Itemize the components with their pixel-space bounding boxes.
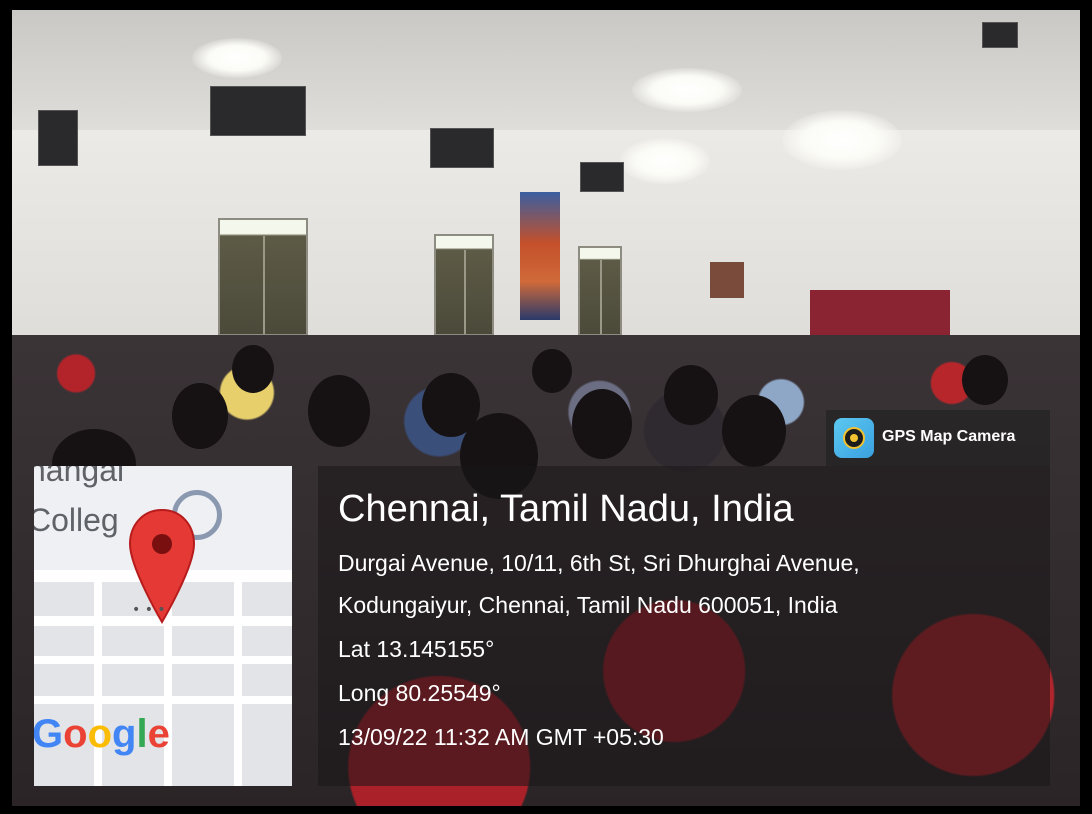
wall-speaker xyxy=(430,128,494,168)
ceiling-light xyxy=(620,138,710,184)
app-badge: GPS Map Camera xyxy=(826,410,1050,466)
audience-head xyxy=(664,365,718,425)
gps-camera-icon xyxy=(834,418,874,458)
map-road xyxy=(34,696,292,704)
google-logo: Google xyxy=(34,712,170,756)
ceiling-light xyxy=(632,68,742,112)
longitude: Long 80.25549° xyxy=(338,680,501,706)
window xyxy=(434,234,494,336)
podium xyxy=(710,262,744,298)
address-line-1: Durgai Avenue, 10/11, 6th St, Sri Dhurgh… xyxy=(338,550,860,576)
audience-head xyxy=(172,383,228,449)
address-line-2: Kodungaiyur, Chennai, Tamil Nadu 600051,… xyxy=(338,592,838,618)
ceiling-light xyxy=(782,110,902,170)
wall-speaker xyxy=(210,86,306,136)
wall-speaker xyxy=(38,110,78,166)
map-road xyxy=(234,576,242,786)
city-line: Chennai, Tamil Nadu, India xyxy=(338,488,794,530)
map-road xyxy=(34,656,292,664)
map-place-label: Colleg xyxy=(34,502,119,538)
audience-head xyxy=(722,395,786,467)
wall-banner xyxy=(520,192,560,320)
map-thumbnail: hangai Colleg • • • Google xyxy=(34,466,292,786)
audience-head xyxy=(532,349,572,393)
map-place-label: hangai xyxy=(34,466,125,488)
location-info-panel: Chennai, Tamil Nadu, India Durgai Avenue… xyxy=(318,466,1050,786)
window xyxy=(578,246,622,336)
ceiling-light xyxy=(192,38,282,78)
wall-speaker xyxy=(982,22,1018,48)
audience-head xyxy=(572,389,632,459)
app-name: GPS Map Camera xyxy=(882,428,1016,445)
map-dots: • • • xyxy=(132,602,166,618)
window xyxy=(218,218,308,336)
latitude: Lat 13.145155° xyxy=(338,636,495,662)
audience-head xyxy=(308,375,370,447)
wall-speaker xyxy=(580,162,624,192)
timestamp: 13/09/22 11:32 AM GMT +05:30 xyxy=(338,724,664,750)
audience-head xyxy=(962,355,1008,405)
image-frame: GPS Map Camera hangai Colleg • • • Googl… xyxy=(0,0,1092,814)
audience-head xyxy=(232,345,274,393)
